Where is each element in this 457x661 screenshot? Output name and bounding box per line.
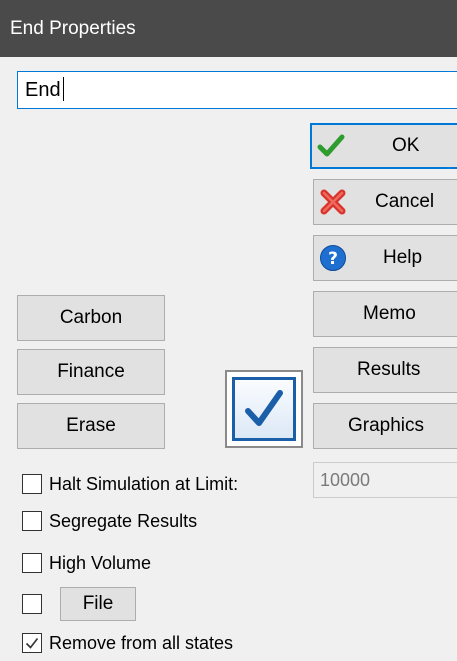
limit-input[interactable]: 10000: [313, 462, 457, 498]
graphics-button-label: Graphics: [348, 415, 425, 436]
name-input[interactable]: End: [17, 71, 457, 109]
memo-button[interactable]: Memo: [313, 291, 457, 337]
file-button-label: File: [82, 593, 114, 614]
checked-checkbox-icon-frame: [232, 377, 296, 441]
remove-from-states-option[interactable]: Remove from all states: [22, 631, 233, 655]
segregate-results-option[interactable]: Segregate Results: [22, 509, 197, 533]
name-input-value: End: [25, 79, 61, 101]
results-button-label: Results: [357, 359, 421, 380]
checkmark-icon: [25, 638, 39, 649]
finance-button-label: Finance: [57, 361, 125, 382]
finance-button[interactable]: Finance: [17, 349, 165, 395]
carbon-button[interactable]: Carbon: [17, 295, 165, 341]
svg-text:?: ?: [328, 249, 338, 269]
cancel-button[interactable]: Cancel: [313, 179, 457, 225]
halt-simulation-label: Halt Simulation at Limit:: [49, 473, 239, 494]
carbon-button-label: Carbon: [59, 307, 123, 328]
halt-simulation-option[interactable]: Halt Simulation at Limit:: [22, 472, 238, 496]
file-button[interactable]: File: [60, 587, 136, 621]
red-x-icon: [320, 189, 346, 215]
ok-button-label: OK: [392, 135, 420, 156]
ok-button[interactable]: OK: [310, 123, 457, 169]
title-bar: End Properties: [0, 0, 457, 57]
text-caret: [62, 76, 64, 101]
halt-simulation-checkbox[interactable]: [22, 474, 42, 494]
graphics-button[interactable]: Graphics: [313, 403, 457, 449]
file-checkbox[interactable]: [22, 594, 42, 614]
limit-input-value: 10000: [320, 470, 371, 490]
high-volume-checkbox[interactable]: [22, 553, 42, 573]
checked-checkbox-icon[interactable]: [225, 370, 303, 448]
erase-button[interactable]: Erase: [17, 403, 165, 449]
checkmark-glyph-icon: [245, 390, 283, 426]
remove-from-states-checkbox[interactable]: [22, 633, 42, 653]
segregate-results-label: Segregate Results: [49, 510, 198, 531]
help-button[interactable]: ? Help: [313, 235, 457, 281]
question-icon: ?: [320, 245, 346, 271]
segregate-results-checkbox[interactable]: [22, 511, 42, 531]
checkmark-icon: [317, 134, 345, 157]
remove-from-states-label: Remove from all states: [49, 632, 234, 653]
window-title: End Properties: [10, 18, 136, 39]
cancel-button-label: Cancel: [375, 191, 435, 212]
high-volume-option[interactable]: High Volume: [22, 551, 151, 575]
high-volume-label: High Volume: [49, 552, 152, 573]
erase-button-label: Erase: [66, 415, 116, 436]
memo-button-label: Memo: [363, 303, 416, 324]
help-button-label: Help: [383, 247, 423, 268]
results-button[interactable]: Results: [313, 347, 457, 393]
file-option[interactable]: [22, 592, 49, 616]
